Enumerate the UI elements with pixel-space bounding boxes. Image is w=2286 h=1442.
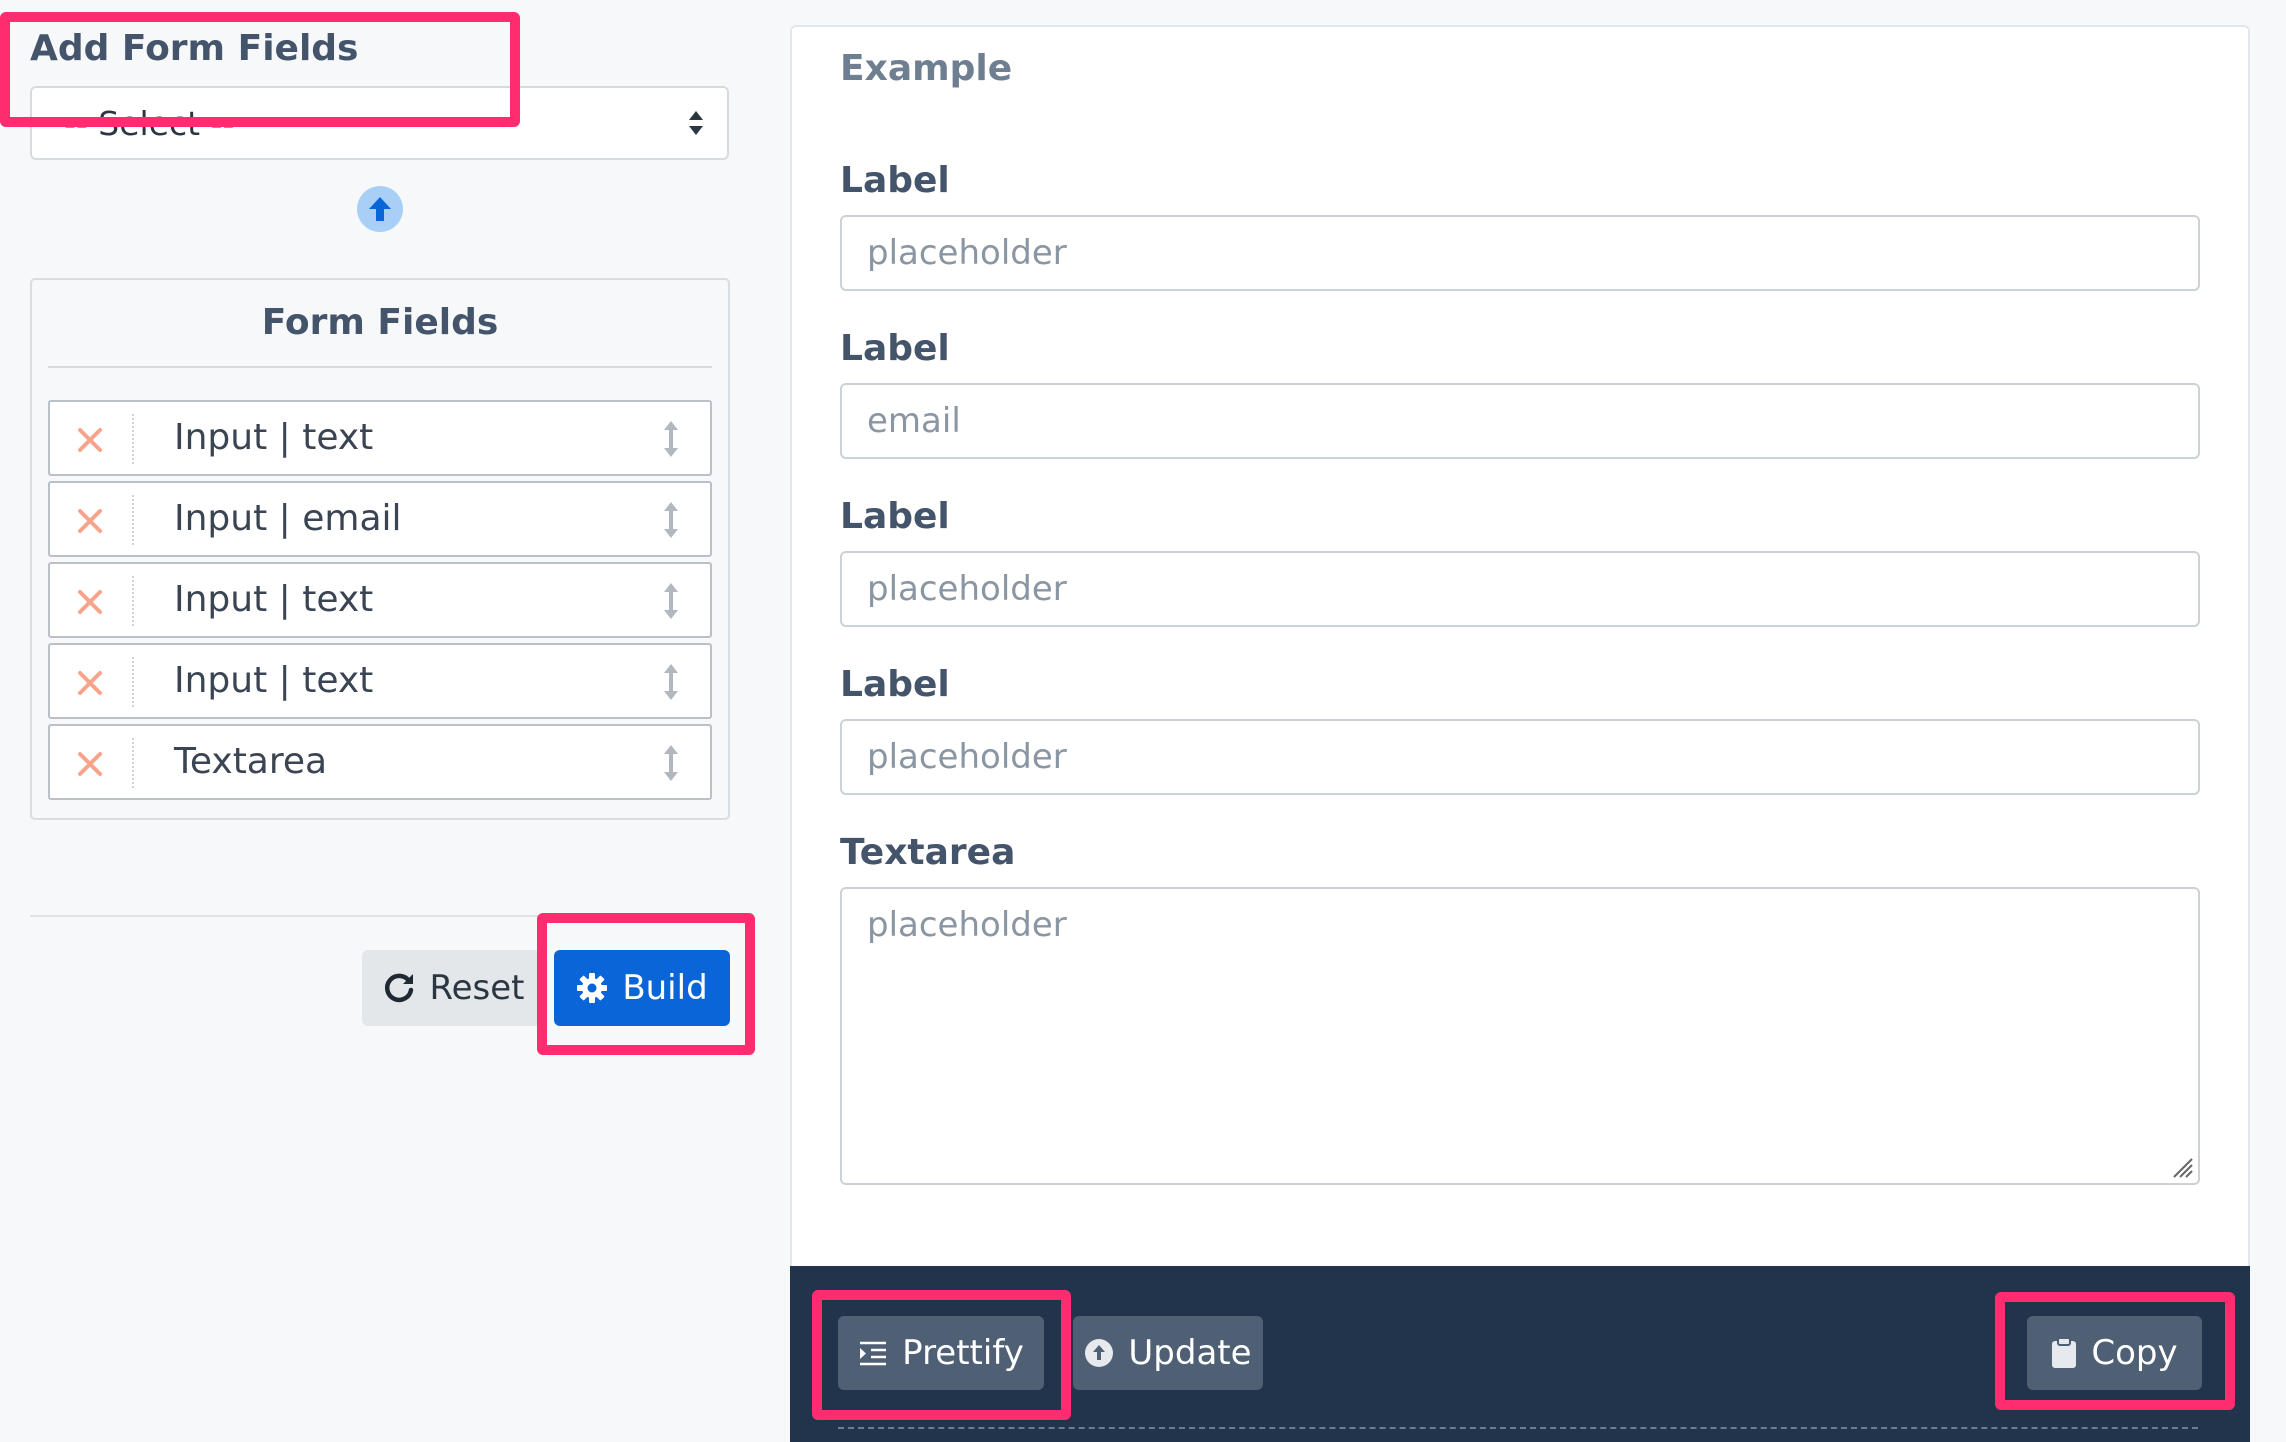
example-title: Example [840, 48, 1013, 89]
copy-button[interactable]: Copy [2027, 1316, 2202, 1390]
x-icon[interactable] [76, 507, 104, 535]
arrow-up-circle-icon[interactable] [357, 186, 403, 232]
prettify-button[interactable]: Prettify [838, 1316, 1044, 1390]
x-icon[interactable] [76, 669, 104, 697]
field-row-label: Input | email [174, 498, 402, 539]
text-input[interactable]: placeholder [840, 215, 2200, 291]
field-type-select[interactable]: -- Select -- [30, 86, 729, 160]
divider [48, 366, 712, 368]
divider [132, 414, 134, 464]
form-fields-panel: Form Fields Input | text Input | email I… [30, 278, 730, 820]
vertical-resize-icon[interactable] [660, 742, 682, 784]
email-input[interactable]: email [840, 383, 2200, 459]
add-form-fields-title: Add Form Fields [30, 28, 359, 69]
textarea-label: Textarea [840, 832, 1016, 873]
reset-label: Reset [429, 968, 525, 1008]
form-fields-title: Form Fields [261, 302, 499, 343]
vertical-resize-icon[interactable] [660, 418, 682, 460]
input-placeholder: email [867, 401, 961, 441]
update-button[interactable]: Update [1073, 1316, 1263, 1390]
vertical-resize-icon[interactable] [660, 580, 682, 622]
field-row[interactable]: Input | text [48, 643, 712, 719]
divider [132, 738, 134, 788]
reset-button[interactable]: Reset [362, 950, 544, 1026]
divider [30, 915, 730, 917]
field-row[interactable]: Input | text [48, 562, 712, 638]
gear-icon [577, 973, 608, 1003]
field-label: Label [840, 160, 950, 201]
upload-circle-icon [1085, 1339, 1114, 1367]
divider [132, 576, 134, 626]
field-row-label: Input | text [174, 660, 374, 701]
build-label: Build [622, 968, 708, 1008]
redo-icon [384, 973, 413, 1003]
textarea-input[interactable]: placeholder [840, 887, 2200, 1185]
copy-label: Copy [2091, 1333, 2178, 1373]
input-placeholder: placeholder [867, 233, 1067, 273]
input-placeholder: placeholder [867, 737, 1067, 777]
prettify-label: Prettify [902, 1333, 1024, 1373]
field-row[interactable]: Textarea [48, 724, 712, 800]
clipboard-icon [2052, 1337, 2077, 1368]
field-row-label: Input | text [174, 579, 374, 620]
field-label: Label [840, 664, 950, 705]
textarea-placeholder: placeholder [867, 905, 1067, 945]
divider [132, 495, 134, 545]
vertical-resize-icon[interactable] [660, 499, 682, 541]
x-icon[interactable] [76, 750, 104, 778]
code-divider [838, 1427, 2198, 1429]
update-label: Update [1128, 1333, 1252, 1373]
resize-grip-icon[interactable] [2168, 1153, 2194, 1179]
x-icon[interactable] [76, 426, 104, 454]
text-input[interactable]: placeholder [840, 551, 2200, 627]
sort-arrows-icon [689, 111, 703, 135]
divider [132, 657, 134, 707]
field-label: Label [840, 328, 950, 369]
build-button[interactable]: Build [554, 950, 730, 1026]
x-icon[interactable] [76, 588, 104, 616]
field-row-label: Input | text [174, 417, 374, 458]
indent-icon [860, 1341, 887, 1366]
field-row-label: Textarea [174, 741, 328, 782]
text-input[interactable]: placeholder [840, 719, 2200, 795]
input-placeholder: placeholder [867, 569, 1067, 609]
field-label: Label [840, 496, 950, 537]
vertical-resize-icon[interactable] [660, 661, 682, 703]
field-row[interactable]: Input | email [48, 481, 712, 557]
select-value: -- Select -- [64, 103, 235, 143]
field-row[interactable]: Input | text [48, 400, 712, 476]
